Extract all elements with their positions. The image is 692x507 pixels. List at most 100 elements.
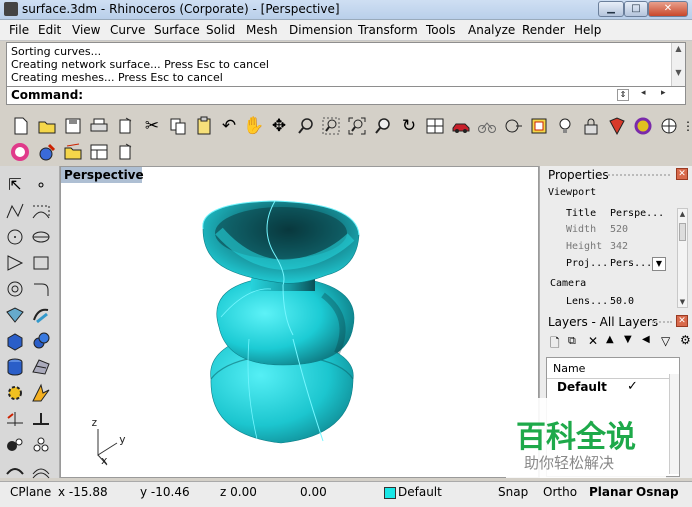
maximize-button[interactable]: □ bbox=[624, 1, 648, 17]
menu-mesh[interactable]: Mesh bbox=[246, 23, 278, 37]
prop-value-title[interactable]: Perspe... bbox=[610, 208, 664, 219]
rotate-view-icon[interactable]: ✥ bbox=[269, 116, 289, 136]
new-file-icon[interactable] bbox=[10, 116, 30, 136]
menu-dimension[interactable]: Dimension bbox=[289, 23, 353, 37]
polyline-icon[interactable] bbox=[4, 200, 26, 222]
open-folder-icon[interactable] bbox=[37, 116, 57, 136]
select-arrow-icon[interactable]: ⇱ bbox=[4, 174, 26, 196]
tools-icon[interactable]: ⚙ bbox=[680, 333, 691, 347]
history-scrollbar[interactable]: ▲ ▼ bbox=[671, 43, 685, 86]
join-icon[interactable] bbox=[4, 460, 26, 482]
zoom-selected-icon[interactable] bbox=[373, 116, 393, 136]
material-icon[interactable] bbox=[607, 116, 627, 136]
split-icon[interactable] bbox=[30, 408, 52, 430]
projection-dropdown-icon[interactable]: ▼ bbox=[652, 257, 666, 271]
undo-icon[interactable]: ↶ bbox=[219, 116, 239, 136]
cut-icon[interactable]: ✂ bbox=[142, 116, 162, 136]
menu-file[interactable]: File bbox=[9, 23, 29, 37]
menu-surface[interactable]: Surface bbox=[154, 23, 200, 37]
color-wheel-icon[interactable] bbox=[10, 142, 30, 162]
light-bulb-icon[interactable] bbox=[555, 116, 575, 136]
current-layer-check-icon[interactable]: ✓ bbox=[627, 379, 638, 394]
car-icon[interactable] bbox=[451, 116, 471, 136]
patch-icon[interactable] bbox=[30, 304, 52, 326]
command-line[interactable]: Command: ⇕ ◂ ▸ bbox=[6, 87, 686, 105]
menu-tools[interactable]: Tools bbox=[426, 23, 456, 37]
explode-icon[interactable] bbox=[30, 382, 52, 404]
bike-icon[interactable] bbox=[477, 116, 497, 136]
command-history[interactable]: Sorting curves... Creating network surfa… bbox=[6, 42, 686, 87]
layer-name-default[interactable]: Default bbox=[557, 380, 607, 394]
mesh-icon[interactable] bbox=[30, 356, 52, 378]
offset-icon[interactable] bbox=[30, 460, 52, 482]
group-icon[interactable] bbox=[4, 434, 26, 456]
menu-view[interactable]: View bbox=[72, 23, 100, 37]
paint-icon[interactable] bbox=[37, 142, 57, 162]
properties-close-icon[interactable]: ✕ bbox=[676, 168, 688, 180]
save-icon[interactable] bbox=[63, 116, 83, 136]
move-up-icon[interactable]: ▲ bbox=[606, 334, 614, 345]
array-icon[interactable] bbox=[30, 434, 52, 456]
planar-toggle[interactable]: Planar bbox=[589, 485, 633, 499]
layers-close-icon[interactable]: ✕ bbox=[676, 315, 688, 327]
delete-layer-icon[interactable]: ✕ bbox=[588, 334, 598, 348]
panel-grip[interactable] bbox=[652, 321, 672, 325]
paste-icon[interactable] bbox=[194, 116, 214, 136]
render-sphere-icon[interactable] bbox=[633, 116, 653, 136]
perspective-viewport[interactable]: Perspective z y x bbox=[60, 166, 539, 478]
menu-transform[interactable]: Transform bbox=[358, 23, 418, 37]
layout-icon[interactable] bbox=[89, 142, 109, 162]
document-icon[interactable] bbox=[115, 142, 135, 162]
polygon-icon[interactable] bbox=[4, 252, 26, 274]
circle-icon[interactable] bbox=[4, 226, 26, 248]
zoom-extents-icon[interactable] bbox=[347, 116, 367, 136]
lock-icon[interactable] bbox=[581, 116, 601, 136]
new-document-icon[interactable] bbox=[115, 116, 135, 136]
command-spinner[interactable]: ⇕ bbox=[617, 89, 629, 101]
layer-color-swatch[interactable] bbox=[384, 487, 396, 499]
folder-open-icon[interactable] bbox=[63, 142, 83, 162]
curve-control-icon[interactable] bbox=[30, 200, 52, 222]
print-icon[interactable] bbox=[89, 116, 109, 136]
menu-solid[interactable]: Solid bbox=[206, 23, 235, 37]
viewport-layout-icon[interactable] bbox=[425, 116, 445, 136]
copy-icon[interactable] bbox=[168, 116, 188, 136]
new-layer-icon[interactable]: 🗋 bbox=[550, 334, 560, 355]
status-current-layer[interactable]: Default bbox=[398, 485, 442, 499]
toolbar-overflow-icon[interactable]: ⋮ bbox=[682, 116, 692, 136]
rectangle-icon[interactable] bbox=[30, 252, 52, 274]
ortho-toggle[interactable]: Ortho bbox=[543, 485, 577, 499]
gear-transform-icon[interactable] bbox=[4, 382, 26, 404]
trim-icon[interactable] bbox=[4, 408, 26, 430]
snap-toggle[interactable]: Snap bbox=[498, 485, 528, 499]
menu-edit[interactable]: Edit bbox=[38, 23, 61, 37]
menu-analyze[interactable]: Analyze bbox=[468, 23, 515, 37]
command-back-arrow-icon[interactable]: ◂ bbox=[641, 88, 646, 98]
zoom-window-icon[interactable] bbox=[321, 116, 341, 136]
filter-icon[interactable]: ▽ bbox=[661, 334, 670, 348]
solid-box-icon[interactable] bbox=[4, 330, 26, 352]
solid-sphere-icon[interactable] bbox=[30, 330, 52, 352]
redo-view-icon[interactable]: ↻ bbox=[399, 116, 419, 136]
prop-value-lens[interactable]: 50.0 bbox=[610, 296, 634, 307]
menu-render[interactable]: Render bbox=[522, 23, 565, 37]
layers-scrollbar[interactable] bbox=[669, 374, 679, 474]
menu-curve[interactable]: Curve bbox=[110, 23, 145, 37]
prop-value-projection[interactable]: Pers... bbox=[610, 258, 652, 269]
properties-scrollbar[interactable]: ▲ ▼ bbox=[677, 208, 688, 308]
move-out-icon[interactable]: ◀ bbox=[642, 334, 650, 345]
cylinder-icon[interactable] bbox=[4, 356, 26, 378]
fillet-icon[interactable] bbox=[30, 278, 52, 300]
zoom-icon[interactable] bbox=[296, 116, 316, 136]
ellipse-icon[interactable] bbox=[30, 226, 52, 248]
command-forward-arrow-icon[interactable]: ▸ bbox=[661, 88, 666, 98]
surface-icon[interactable] bbox=[4, 304, 26, 326]
pan-hand-icon[interactable]: ✋ bbox=[243, 116, 264, 136]
point-icon[interactable]: ∘ bbox=[30, 174, 52, 196]
arc-icon[interactable] bbox=[4, 278, 26, 300]
panel-grip[interactable] bbox=[608, 174, 670, 178]
layers-name-header[interactable]: Name bbox=[553, 362, 585, 375]
osnap-toggle[interactable]: Osnap bbox=[636, 485, 679, 499]
move-down-icon[interactable]: ▼ bbox=[624, 334, 632, 345]
new-sublayer-icon[interactable]: ⧉ bbox=[568, 334, 576, 348]
